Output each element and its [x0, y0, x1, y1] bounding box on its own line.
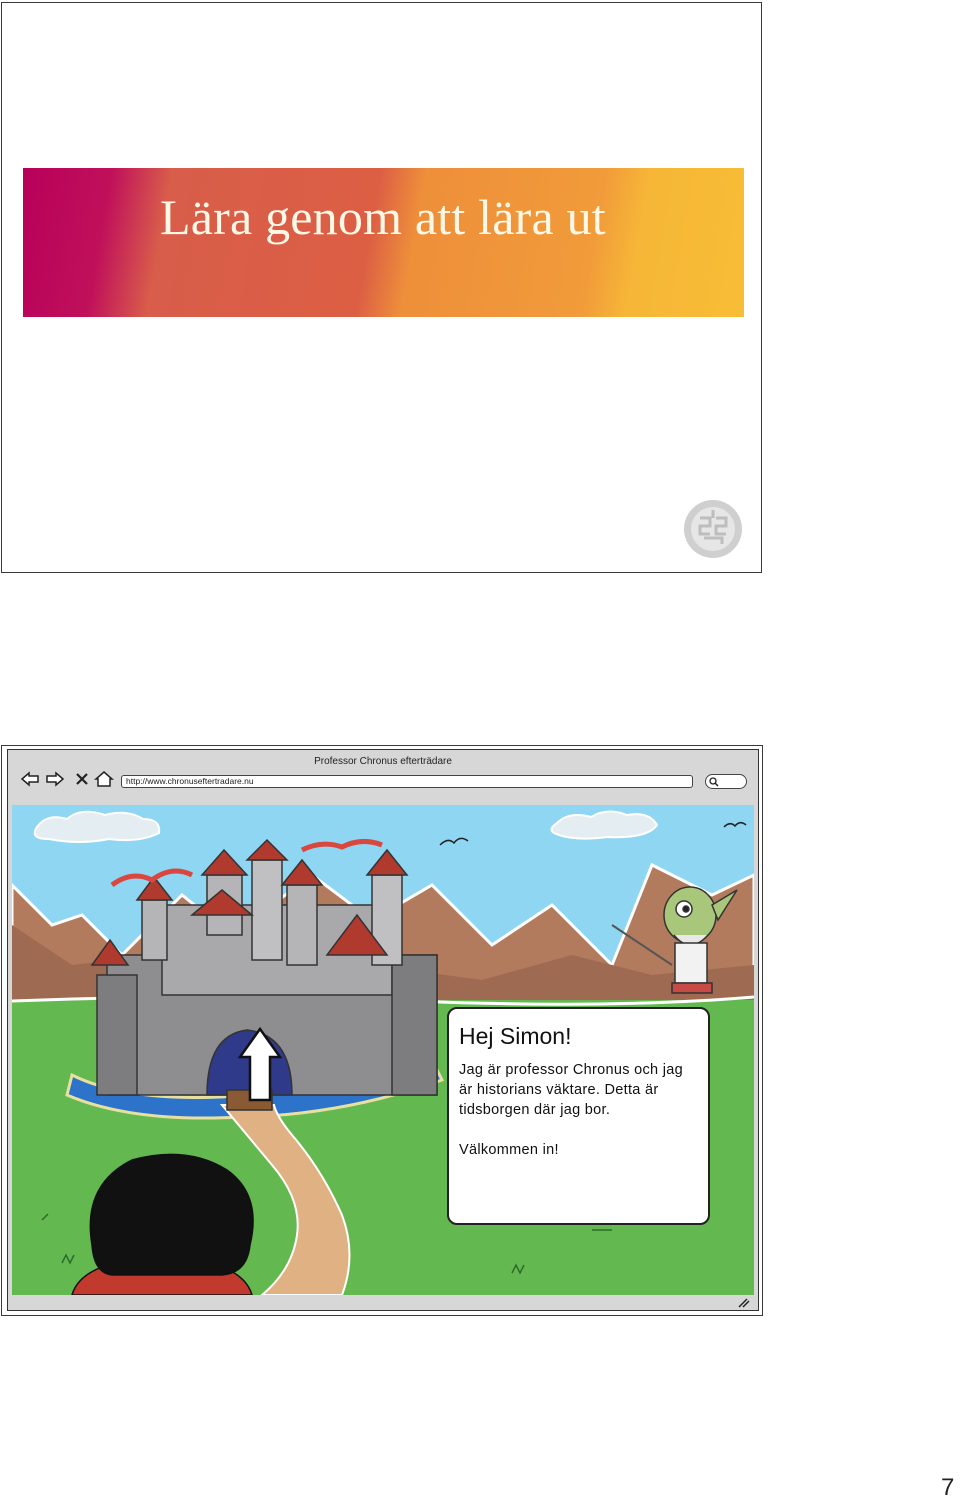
forward-arrow-icon[interactable]	[45, 770, 65, 788]
browser-window: Professor Chronus efterträdare http://ww…	[7, 749, 759, 1311]
close-icon[interactable]	[72, 770, 92, 788]
game-scene: Hej Simon! Jag är professor Chronus och …	[12, 805, 754, 1295]
bubble-text: Jag är professor Chronus och jag är hist…	[459, 1062, 683, 1118]
university-seal-icon	[684, 500, 742, 558]
speech-bubble: Hej Simon! Jag är professor Chronus och …	[447, 1007, 710, 1225]
page-number: 7	[941, 1474, 955, 1501]
bubble-greeting: Hej Simon!	[459, 1023, 572, 1049]
slide-title: Lära genom att lära ut	[160, 189, 606, 245]
url-bar[interactable]: http://www.chronuseftertradare.nu	[121, 775, 693, 788]
status-bar	[12, 1296, 754, 1308]
bird-icon	[723, 822, 747, 828]
resize-grip-icon[interactable]	[736, 1296, 750, 1308]
bird-icon	[439, 837, 469, 846]
cloud-right	[550, 810, 659, 840]
home-icon[interactable]	[94, 770, 114, 788]
window-title: Professor Chronus efterträdare	[314, 756, 452, 767]
title-band: Lära genom att lära ut	[23, 168, 744, 317]
cloud-left	[33, 810, 161, 843]
search-icon[interactable]	[709, 777, 719, 787]
slide-2: Professor Chronus efterträdare http://ww…	[1, 745, 763, 1316]
back-arrow-icon[interactable]	[20, 770, 40, 788]
search-field[interactable]	[705, 774, 747, 789]
slide-1: Lära genom att lära ut	[1, 2, 762, 573]
bubble-welcome: Välkommen in!	[459, 1142, 559, 1158]
